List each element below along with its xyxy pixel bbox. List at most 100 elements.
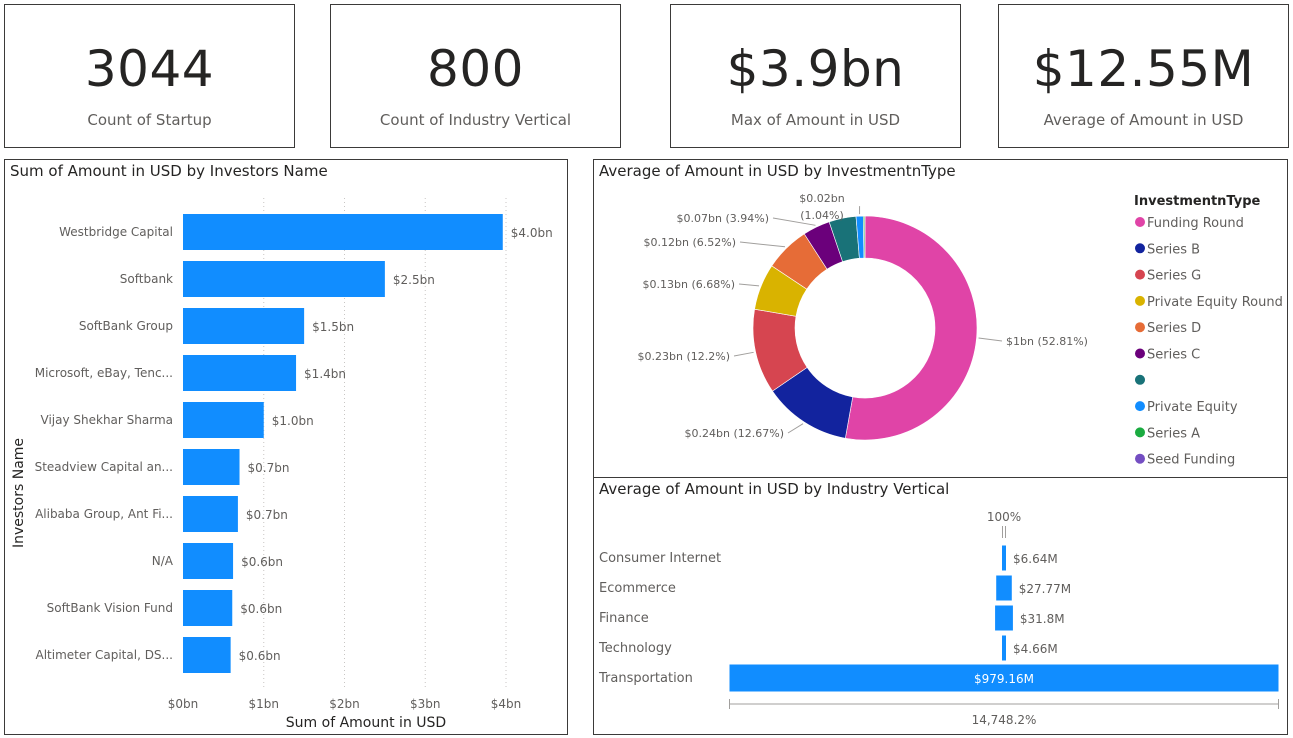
leader-line (739, 241, 786, 248)
data-label: $0.7bn (248, 461, 290, 475)
funnel-bar (1002, 635, 1006, 661)
category-label: Finance (599, 611, 649, 626)
leader-line (978, 337, 1003, 342)
kpi-label: Max of Amount in USD (730, 111, 901, 129)
leader-line (787, 423, 804, 434)
legend-marker (1135, 217, 1145, 227)
bar (183, 308, 305, 344)
bar (183, 355, 297, 391)
legend-title: InvestmentnType (1134, 194, 1261, 209)
data-label: $27.77M (1019, 582, 1071, 596)
bottom-percent-label: 14,748.2% (972, 713, 1037, 727)
legend-item: Funding Round (1147, 216, 1244, 231)
category-label: Softbank (120, 272, 173, 286)
slice-label: $0.13bn (6.68%) (643, 278, 735, 291)
y-axis-title: Investors Name (11, 438, 27, 548)
x-tick-label: $1bn (249, 697, 280, 711)
legend-marker (1135, 453, 1145, 464)
kpi-value: $3.9bn (726, 40, 905, 98)
bar (183, 261, 385, 297)
data-label: $6.64M (1013, 552, 1058, 566)
category-label: Vijay Shekhar Sharma (41, 413, 174, 427)
industry-vertical-funnel-panel[interactable]: Average of Amount in USD by Industry Ver… (593, 477, 1288, 735)
legend-item: Series D (1147, 321, 1201, 336)
legend-marker (1135, 348, 1145, 359)
slice-label: $0.12bn (6.52%) (644, 236, 736, 249)
legend-item: Private Equity Round (1147, 295, 1283, 310)
industry-vertical-funnel-chart[interactable]: 100% Consumer Internet $6.64M Ecommerce $27.… (594, 478, 1287, 734)
top-percent-label: 100% (987, 510, 1021, 524)
funnel-bar (995, 605, 1013, 631)
kpi-card-industry-vertical[interactable]: 800 Count of Industry Vertical (330, 4, 621, 148)
legend-item: Series G (1147, 269, 1201, 284)
kpi-value: 800 (427, 40, 524, 98)
data-label: $0.6bn (241, 555, 283, 569)
x-tick-label: $2bn (329, 697, 360, 711)
kpi-value: $12.55M (1032, 40, 1255, 98)
data-label: $1.0bn (272, 414, 314, 428)
bar (183, 402, 264, 438)
data-label: $979.16M (974, 672, 1034, 686)
data-label: $2.5bn (393, 273, 435, 287)
legend-item: Series C (1147, 348, 1200, 363)
data-label: $4.0bn (511, 226, 553, 240)
bar (183, 496, 238, 532)
legend-marker (1135, 401, 1145, 412)
kpi-value: 3044 (84, 40, 215, 98)
category-label: Ecommerce (599, 581, 676, 596)
category-label: SoftBank Group (79, 319, 173, 333)
legend-marker (1135, 269, 1145, 280)
kpi-card-average-amount[interactable]: $12.55M Average of Amount in USD (998, 4, 1289, 148)
data-label: $4.66M (1013, 642, 1058, 656)
x-tick-label: $4bn (491, 697, 522, 711)
slice-label: $0.02bn (799, 192, 844, 205)
investors-bar-chart-panel[interactable]: Sum of Amount in USD by Investors Name W… (4, 159, 568, 735)
bar (183, 590, 233, 626)
slice-label: $0.24bn (12.67%) (685, 427, 784, 440)
slice-label: $0.23bn (12.2%) (638, 350, 730, 363)
category-label: Steadview Capital an... (35, 460, 173, 474)
investment-type-donut-panel[interactable]: Average of Amount in USD by InvestmentnT… (593, 159, 1288, 478)
legend-marker (1135, 427, 1145, 438)
category-label: SoftBank Vision Fund (47, 601, 173, 615)
legend-marker (1135, 322, 1145, 333)
data-label: $1.5bn (312, 320, 354, 334)
investment-type-donut-chart[interactable]: $1bn (52.81%) $0.24bn (12.67%) $0.23bn (12… (594, 160, 1287, 477)
investors-bar-chart[interactable]: Westbridge Capital $4.0bn Softbank $2.5bn So… (5, 160, 567, 734)
category-label: Transportation (598, 671, 693, 686)
leader-line (738, 283, 760, 287)
category-label: Technology (598, 641, 672, 656)
kpi-label: Count of Startup (87, 111, 212, 129)
leader-line (733, 351, 754, 357)
x-tick-label: $3bn (410, 697, 441, 711)
legend-item: Seed Funding (1147, 453, 1235, 468)
legend-item: Series A (1147, 426, 1200, 441)
kpi-card-startups[interactable]: 3044 Count of Startup (4, 4, 295, 148)
slice-label: $0.07bn (3.94%) (677, 212, 769, 225)
legend-marker (1135, 243, 1145, 254)
category-label: Microsoft, eBay, Tenc... (35, 366, 173, 380)
legend-marker (1135, 374, 1145, 385)
kpi-label: Count of Industry Vertical (379, 111, 572, 129)
x-tick-label: $0bn (168, 697, 199, 711)
bar (183, 449, 240, 485)
x-axis-title: Sum of Amount in USD (286, 715, 446, 731)
funnel-bar (996, 575, 1012, 601)
category-label: Westbridge Capital (59, 225, 173, 239)
slice-label: (1.04%) (800, 209, 844, 222)
kpi-card-max-amount[interactable]: $3.9bn Max of Amount in USD (670, 4, 961, 148)
category-label: N/A (152, 554, 174, 568)
data-label: $0.6bn (239, 649, 281, 663)
kpi-label: Average of Amount in USD (1043, 111, 1244, 129)
data-label: $1.4bn (304, 367, 346, 381)
funnel-bar (1002, 545, 1006, 571)
legend-marker (1135, 295, 1145, 306)
legend-item: Series B (1147, 242, 1200, 257)
data-label: $31.8M (1020, 612, 1065, 626)
legend-item: Private Equity (1147, 400, 1238, 415)
data-label: $0.7bn (246, 508, 288, 522)
bar (183, 214, 503, 250)
data-label: $0.6bn (240, 602, 282, 616)
bar (183, 543, 234, 579)
bar (183, 637, 231, 673)
